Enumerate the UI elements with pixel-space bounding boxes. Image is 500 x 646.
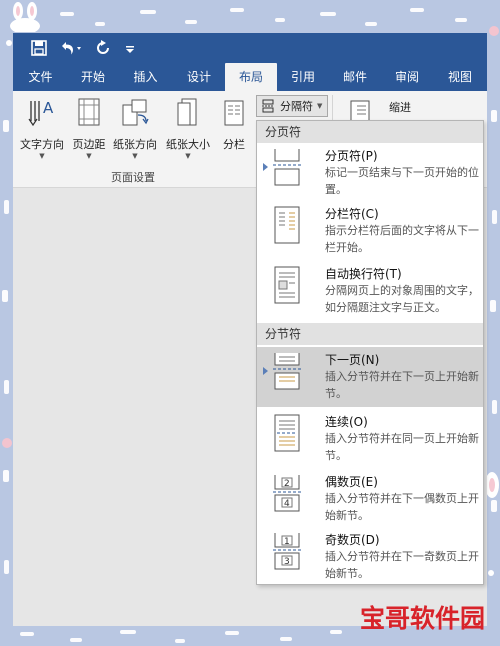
even-page-icon: 2 4: [273, 475, 301, 512]
save-icon: [31, 40, 47, 56]
tab-file[interactable]: 文件: [13, 63, 68, 91]
svg-text:A: A: [43, 99, 54, 117]
section-breaks-header: 分节符: [257, 323, 483, 345]
customize-icon: [126, 46, 134, 53]
menu-item-title: 自动换行符(T): [325, 267, 402, 281]
watermark-logo: 宝哥软件园: [360, 604, 486, 633]
size-label: 纸张大小: [166, 138, 210, 151]
tab-design[interactable]: 设计: [173, 63, 225, 91]
pointer-icon: [263, 367, 268, 375]
orientation-button[interactable]: 纸张方向 ▼: [111, 97, 159, 160]
menu-item-title: 连续(O): [325, 415, 368, 429]
breaks-dropdown-menu: 分页符 分页符(P) 标记一页结束与下一页开始的位置。 分栏符(C) 指示分栏符…: [256, 120, 484, 585]
undo-icon: [62, 42, 81, 55]
menu-item-desc: 分隔网页上的对象周围的文字，如分隔题注文字与正文。: [325, 284, 479, 314]
odd-page-icon: 1 3: [273, 533, 301, 570]
menu-item-odd-page[interactable]: 1 3 奇数页(D) 插入分节符并在下一奇数页上开始新节。: [257, 527, 483, 585]
page-breaks-header: 分页符: [257, 121, 483, 143]
indent-label: 缩进: [389, 101, 411, 114]
breaks-label: 分隔符: [280, 100, 313, 113]
ribbon-tabs: 文件 开始 插入 设计 布局 引用 邮件 审阅 视图: [13, 63, 487, 91]
text-wrapping-break-icon: [274, 266, 300, 304]
redo-icon: [97, 40, 109, 54]
orientation-icon: [122, 99, 149, 126]
menu-item-desc: 标记一页结束与下一页开始的位置。: [325, 166, 479, 196]
page-setup-group-label: 页面设置: [111, 171, 155, 184]
menu-item-title: 奇数页(D): [325, 533, 380, 547]
tab-references[interactable]: 引用: [277, 63, 329, 91]
tab-view[interactable]: 视图: [433, 63, 487, 91]
menu-item-desc: 插入分节符并在同一页上开始新节。: [325, 432, 479, 462]
next-page-icon: [273, 353, 301, 390]
chevron-down-icon: ▼: [317, 102, 323, 110]
text-direction-icon: A: [28, 99, 54, 127]
menu-item-title: 偶数页(E): [325, 475, 378, 489]
title-bar: [13, 33, 487, 63]
chevron-down-icon: ▼: [132, 152, 138, 160]
menu-item-title: 下一页(N): [325, 353, 380, 367]
chevron-down-icon: ▼: [86, 152, 92, 160]
columns-button[interactable]: 分栏: [215, 97, 253, 152]
menu-item-desc: 插入分节符并在下一偶数页上开始新节。: [325, 492, 479, 522]
continuous-icon: [274, 414, 300, 452]
menu-item-even-page[interactable]: 2 4 偶数页(E) 插入分节符并在下一偶数页上开始新节。: [257, 469, 483, 527]
menu-item-desc: 插入分节符并在下一页上开始新节。: [325, 370, 479, 400]
menu-item-column-break[interactable]: 分栏符(C) 指示分栏符后面的文字将从下一栏开始。: [257, 201, 483, 257]
page-break-icon: [273, 149, 301, 186]
tab-insert[interactable]: 插入: [118, 63, 173, 91]
text-direction-label: 文字方向: [20, 138, 64, 151]
breaks-icon: [262, 99, 274, 113]
columns-icon: [224, 100, 244, 126]
chevron-down-icon: ▼: [185, 152, 191, 160]
breaks-button[interactable]: 分隔符 ▼: [256, 95, 328, 117]
even-page-digit-bottom: 4: [284, 499, 290, 509]
menu-item-text-wrapping-break[interactable]: 自动换行符(T) 分隔网页上的对象周围的文字，如分隔题注文字与正文。: [257, 261, 483, 321]
columns-label: 分栏: [223, 138, 245, 151]
pointer-icon: [263, 163, 268, 171]
odd-page-digit-bottom: 3: [284, 557, 290, 567]
menu-item-title: 分页符(P): [325, 149, 378, 163]
menu-item-desc: 插入分节符并在下一奇数页上开始新节。: [325, 550, 479, 580]
undo-button[interactable]: [59, 39, 83, 57]
menu-item-continuous[interactable]: 连续(O) 插入分节符并在同一页上开始新节。: [257, 409, 483, 467]
text-direction-button[interactable]: A 文字方向 ▼: [17, 97, 67, 160]
margins-icon: [78, 98, 100, 126]
tab-home[interactable]: 开始: [68, 63, 118, 91]
menu-item-next-page[interactable]: 下一页(N) 插入分节符并在下一页上开始新节。: [257, 347, 483, 407]
size-button[interactable]: 纸张大小 ▼: [163, 97, 213, 160]
menu-item-title: 分栏符(C): [325, 207, 379, 221]
save-button[interactable]: [31, 39, 47, 57]
redo-button[interactable]: [95, 39, 111, 57]
tab-mailings[interactable]: 邮件: [329, 63, 381, 91]
menu-item-page-break[interactable]: 分页符(P) 标记一页结束与下一页开始的位置。: [257, 143, 483, 199]
even-page-digit-top: 2: [284, 479, 290, 489]
tab-review[interactable]: 审阅: [381, 63, 433, 91]
chevron-down-icon: ▼: [39, 152, 45, 160]
bunny-sticker-icon: [10, 2, 40, 32]
orientation-label: 纸张方向: [113, 138, 157, 151]
margins-button[interactable]: 页边距 ▼: [69, 97, 109, 160]
tab-layout[interactable]: 布局: [225, 63, 277, 91]
menu-item-desc: 指示分栏符后面的文字将从下一栏开始。: [325, 224, 479, 254]
customize-quick-access-button[interactable]: [125, 39, 135, 57]
margins-label: 页边距: [72, 138, 106, 151]
odd-page-digit-top: 1: [284, 537, 290, 547]
paper-size-icon: [177, 98, 197, 126]
column-break-icon: [274, 206, 300, 244]
